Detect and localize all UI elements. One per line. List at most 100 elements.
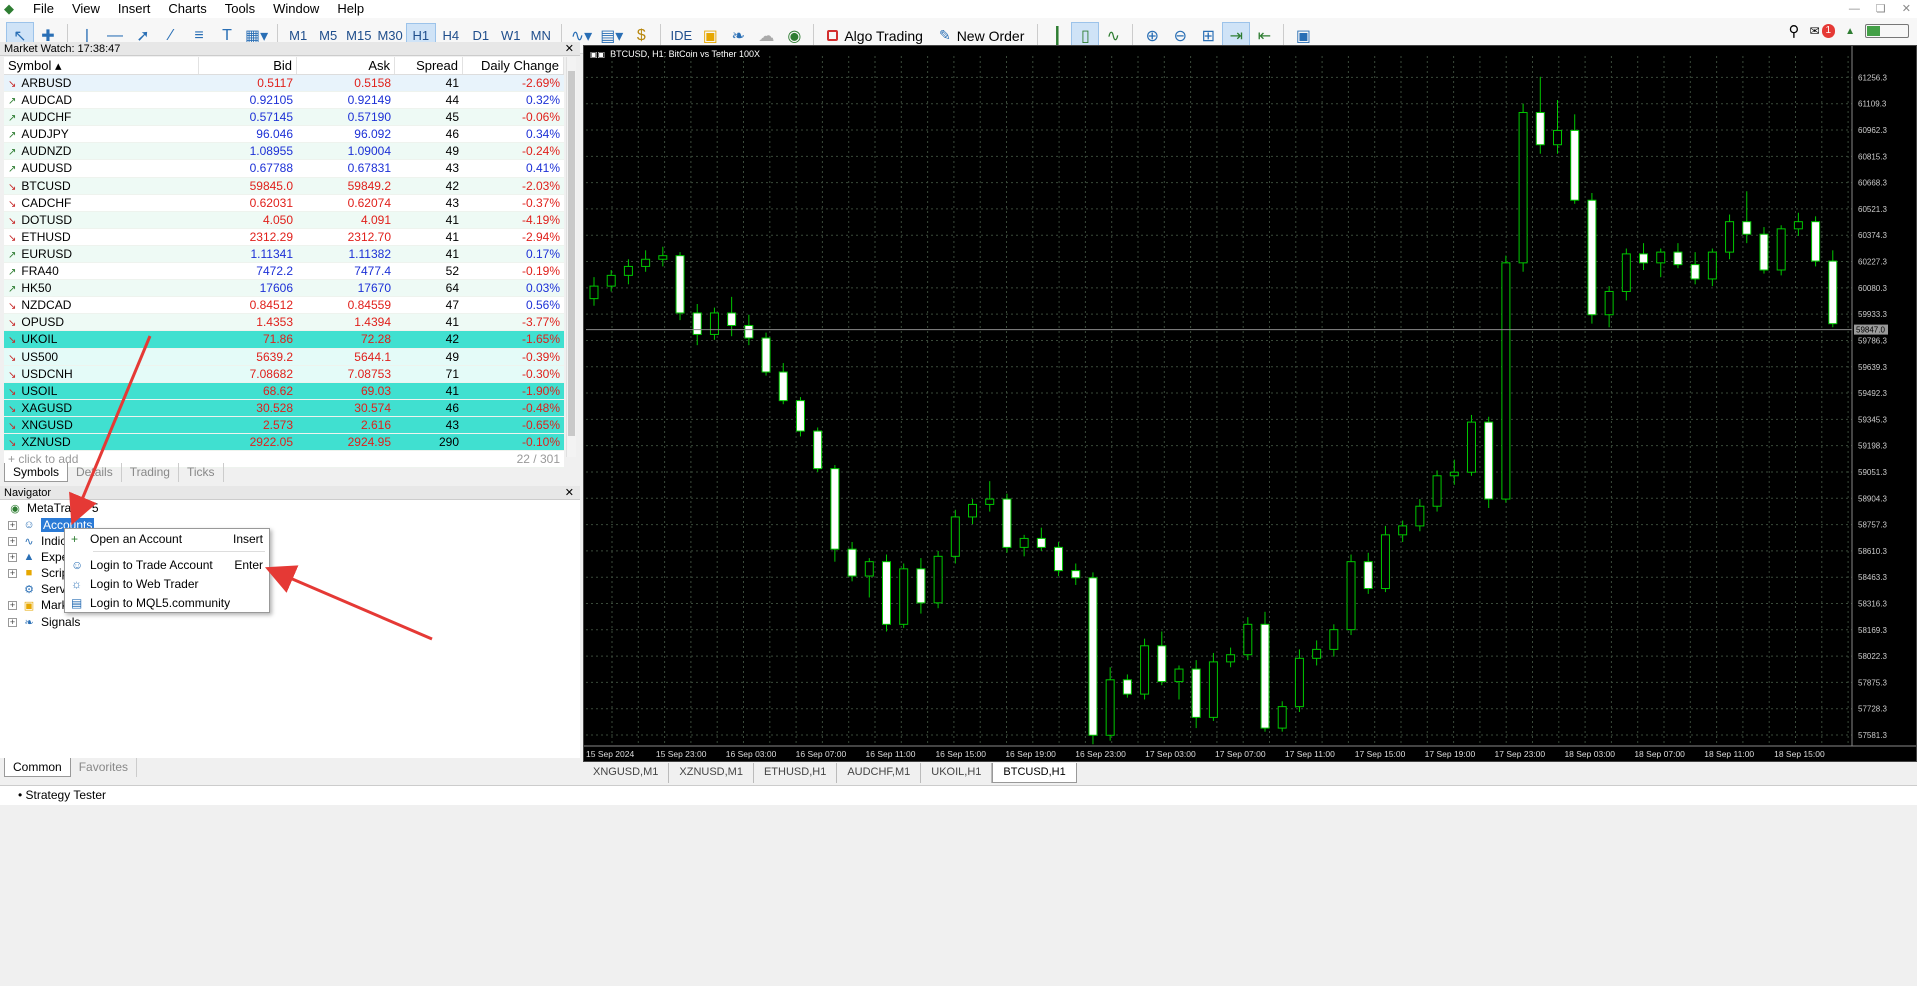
menu-tools[interactable]: Tools [216, 0, 264, 18]
minimize-icon[interactable]: — [1849, 0, 1860, 18]
tab-ticks[interactable]: Ticks [179, 463, 224, 482]
chart-tab-btcusd[interactable]: BTCUSD,H1 [992, 763, 1077, 783]
ask-cell: 96.092 [354, 127, 391, 142]
expand-icon[interactable]: + [8, 520, 17, 530]
scrollbar[interactable] [566, 57, 576, 457]
column-bid[interactable]: Bid [199, 57, 297, 74]
table-row[interactable]: ↘ USDCNH 7.08682 7.08753 71 -0.30% [4, 365, 564, 383]
table-row[interactable]: ↘ OPUSD 1.4353 1.4394 41 -3.77% [4, 314, 564, 332]
menu-item-login-trade-account[interactable]: ☺ Login to Trade Account Enter [71, 556, 263, 574]
tree-item-signals[interactable]: + ❧ Signals [8, 614, 80, 630]
tab-common[interactable]: Common [4, 758, 71, 777]
expand-icon[interactable]: + [8, 552, 17, 562]
table-row[interactable]: ↘ XZNUSD 2922.05 2924.95 290 -0.10% [4, 433, 564, 452]
menu-window[interactable]: Window [264, 0, 328, 18]
table-row[interactable]: ↘ USOIL 68.62 69.03 41 -1.90% [4, 382, 564, 400]
status-bar[interactable]: • Strategy Tester [0, 785, 1917, 805]
menu-view[interactable]: View [63, 0, 109, 18]
table-row[interactable]: ↘ XAGUSD 30.528 30.574 46 -0.48% [4, 399, 564, 417]
close-icon[interactable]: ✕ [1902, 0, 1911, 18]
candle-body [1208, 661, 1218, 718]
menu-charts[interactable]: Charts [159, 0, 215, 18]
chart-tab-xngusd[interactable]: XNGUSD,M1 [583, 763, 670, 783]
navigator-tabs: Common Favorites [4, 758, 138, 777]
menu-item-login-web-trader[interactable]: ☼ Login to Web Trader [71, 575, 263, 593]
chart-tab-ethusd[interactable]: ETHUSD,H1 [754, 763, 838, 783]
tab-favorites[interactable]: Favorites [71, 758, 138, 777]
table-row[interactable]: ↗ FRA40 7472.2 7477.4 52 -0.19% [4, 263, 564, 281]
expand-icon[interactable]: + [8, 536, 17, 546]
table-row[interactable]: ↘ BTCUSD 59845.0 59849.2 42 -2.03% [4, 177, 564, 195]
column-daily-change[interactable]: Daily Change [463, 57, 564, 74]
notifications-icon[interactable]: ✉ 1 [1809, 24, 1836, 38]
chart-tab-audchf[interactable]: AUDCHF,M1 [837, 763, 922, 783]
change-cell: 0.32% [525, 93, 560, 108]
close-icon[interactable]: ✕ [565, 486, 574, 500]
restore-icon[interactable]: ❏ [1876, 0, 1886, 18]
tab-symbols[interactable]: Symbols [4, 463, 69, 482]
ask-cell: 0.57190 [347, 110, 391, 125]
chat-icon: ✉ [1809, 24, 1820, 38]
x-tick-label: 17 Sep 19:00 [1425, 749, 1476, 759]
expand-icon[interactable]: + [8, 568, 17, 578]
table-row[interactable]: ↗ AUDCHF 0.57145 0.57190 45 -0.06% [4, 109, 564, 127]
column-symbol[interactable]: Symbol ▴ [4, 57, 199, 74]
candle-body [795, 400, 805, 432]
bid-cell: 0.92105 [249, 93, 293, 108]
symbol-cell: ↗ AUDCHF [8, 110, 72, 125]
table-row[interactable]: ↗ AUDCAD 0.92105 0.92149 44 0.32% [4, 92, 564, 110]
expand-icon[interactable]: + [8, 617, 17, 627]
column-spread[interactable]: Spread [395, 57, 463, 74]
y-tick-label: 60521.3 [1858, 205, 1887, 214]
bid-cell: 17606 [259, 281, 293, 296]
table-row[interactable]: ↗ AUDJPY 96.046 96.092 46 0.34% [4, 126, 564, 144]
table-row[interactable]: ↘ US500 5639.2 5644.1 49 -0.39% [4, 348, 564, 366]
tab-trading[interactable]: Trading [122, 463, 179, 482]
table-row[interactable]: ↘ CADCHF 0.62031 0.62074 43 -0.37% [4, 194, 564, 212]
price-chart[interactable]: ▣▣ BTCUSD, H1: BitCoin vs Tether 100X 61… [583, 45, 1917, 762]
menu-file[interactable]: File [24, 0, 63, 18]
table-row[interactable]: ↘ XNGUSD 2.573 2.616 43 -0.65% [4, 416, 564, 434]
expand-icon[interactable]: + [8, 600, 17, 610]
chart-tab-xznusd[interactable]: XZNUSD,M1 [669, 763, 754, 783]
candle-body [1604, 290, 1614, 316]
ask-cell: 1.4394 [354, 315, 391, 330]
table-row[interactable]: ↗ AUDNZD 1.08955 1.09004 49 -0.24% [4, 143, 564, 161]
change-cell: -0.10% [521, 434, 560, 449]
x-tick-label: 15 Sep 23:00 [656, 749, 707, 759]
chart-tab-ukoil[interactable]: UKOIL,H1 [921, 763, 993, 783]
table-row[interactable]: ↘ DOTUSD 4.050 4.091 41 -4.19% [4, 211, 564, 229]
tab-details[interactable]: Details [68, 463, 122, 482]
candle-body [1174, 668, 1184, 683]
table-row[interactable]: ↘ ARBUSD 0.5117 0.5158 41 -2.69% [4, 75, 564, 93]
change-cell: 0.56% [525, 298, 560, 313]
ask-cell: 7477.4 [354, 264, 391, 279]
tree-root[interactable]: ◉ MetaTrader 5 [8, 500, 98, 516]
close-icon[interactable]: ✕ [565, 42, 574, 56]
table-row[interactable]: ↘ UKOIL 71.86 72.28 42 -1.65% [4, 331, 564, 349]
ask-cell: 1.09004 [347, 144, 391, 159]
menu-item-login-mql5[interactable]: ▤ Login to MQL5.community [71, 594, 263, 612]
toolbar-separator [1283, 23, 1285, 48]
spread-cell: 41 [445, 383, 459, 398]
search-icon[interactable]: ⚲ [1788, 22, 1799, 40]
menu-separator [93, 551, 265, 552]
table-row[interactable]: ↘ ETHUSD 2312.29 2312.70 41 -2.94% [4, 228, 564, 246]
column-ask[interactable]: Ask [297, 57, 395, 74]
tree-item-label: Signals [41, 615, 81, 629]
menu-help[interactable]: Help [328, 0, 373, 18]
x-tick-label: 15 Sep 2024 [586, 749, 634, 759]
table-row[interactable]: ↗ EURUSD 1.11341 1.11382 41 0.17% [4, 245, 564, 264]
table-row[interactable]: ↘ NZDCAD 0.84512 0.84559 47 0.56% [4, 297, 564, 315]
menu-insert[interactable]: Insert [109, 0, 160, 18]
candle-body [1518, 112, 1528, 264]
symbol-cell: ↘ OPUSD [8, 315, 65, 330]
table-row[interactable]: ↗ AUDUSD 0.67788 0.67831 43 0.41% [4, 160, 564, 178]
menu-item-open-account[interactable]: + Open an Account Insert [71, 530, 263, 548]
table-row[interactable]: ↗ HK50 17606 17670 64 0.03% [4, 280, 564, 298]
candle-body [658, 255, 668, 260]
arrow-down-icon: ↘ [8, 335, 17, 347]
arrow-up-icon: ↗ [8, 164, 17, 176]
spread-cell: 64 [445, 281, 459, 296]
candle-body [1036, 537, 1046, 548]
